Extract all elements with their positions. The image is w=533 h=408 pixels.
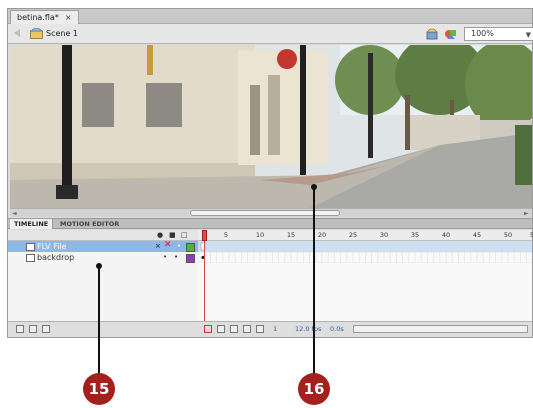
frame-cells — [198, 241, 532, 263]
callout-16-leader — [313, 186, 315, 374]
lock-icon[interactable]: ■ — [169, 231, 176, 239]
ruler-label: 15 — [286, 231, 296, 239]
frame-rate[interactable]: 12.0 fps — [295, 325, 321, 333]
onion-skin-outline-icon[interactable] — [230, 325, 238, 333]
flash-app-window: betina.fla* × Scene 1 100% ▼ ◄ ► TIMELIN… — [7, 8, 533, 338]
ruler-label: 50 — [503, 231, 513, 239]
callout-16-dot — [311, 184, 317, 190]
ruler-label: 5 — [223, 231, 229, 239]
delete-layer-icon[interactable] — [42, 325, 50, 333]
layer-name[interactable]: FLV File — [37, 241, 67, 252]
scroll-thumb[interactable] — [190, 210, 340, 216]
stage-horizontal-scrollbar[interactable]: ◄ ► — [10, 208, 532, 217]
ruler-label: 35 — [410, 231, 420, 239]
timeline-status-bar: 1 12.0 fps 0.0s — [8, 321, 532, 336]
outline-icon[interactable]: □ — [181, 231, 188, 239]
stage-video-frame — [10, 45, 532, 208]
chevron-down-icon: ▼ — [525, 31, 531, 39]
callout-15-leader — [98, 265, 100, 374]
playhead[interactable] — [202, 230, 207, 333]
ruler-label: 20 — [317, 231, 327, 239]
red-x-icon: ✕ — [164, 240, 172, 250]
tab-timeline[interactable]: TIMELINE — [10, 219, 54, 229]
callout-15-dot — [96, 263, 102, 269]
playhead-handle[interactable] — [202, 230, 207, 241]
elapsed-time: 0.0s — [330, 325, 344, 333]
onion-skin-icon[interactable] — [217, 325, 225, 333]
scroll-right-icon[interactable]: ► — [524, 210, 529, 217]
new-folder-icon[interactable] — [29, 325, 37, 333]
stage[interactable] — [10, 45, 532, 208]
ruler-label: 5 — [529, 231, 533, 239]
tab-motion-editor[interactable]: MOTION EDITOR — [56, 219, 123, 229]
layer-name[interactable]: backdrop — [37, 252, 74, 263]
new-layer-icon[interactable] — [16, 325, 24, 333]
ruler-label: 40 — [441, 231, 451, 239]
ruler-label: 10 — [255, 231, 265, 239]
center-frame-icon[interactable] — [204, 325, 212, 333]
modify-onion-markers-icon[interactable] — [256, 325, 264, 333]
frame-grid[interactable] — [198, 241, 532, 321]
timeline-horizontal-scrollbar[interactable] — [353, 325, 528, 333]
edit-multiple-frames-icon[interactable] — [243, 325, 251, 333]
scene-label[interactable]: Scene 1 — [46, 29, 78, 38]
scene-icon — [30, 28, 43, 39]
layer-row-flv-file[interactable]: FLV File ⨯ ✕ • — [8, 240, 198, 252]
current-frame: 1 — [273, 325, 278, 333]
layer-color-swatch[interactable] — [186, 243, 195, 252]
layer-color-swatch[interactable] — [186, 254, 195, 263]
eye-icon[interactable]: ● — [157, 231, 163, 239]
close-icon[interactable]: × — [65, 13, 72, 22]
scroll-left-icon[interactable]: ◄ — [12, 210, 17, 217]
callout-15: 15 — [83, 373, 115, 405]
pencil-disabled-icon: ⨯ — [155, 242, 161, 250]
visibility-dot-icon[interactable]: • — [177, 241, 181, 252]
back-arrow-icon[interactable] — [14, 29, 20, 37]
zoom-select[interactable]: 100% ▼ — [464, 27, 533, 41]
callout-16: 16 — [298, 373, 330, 405]
ruler-label: 30 — [379, 231, 389, 239]
playhead-line — [204, 241, 205, 333]
visibility-dot-icon[interactable]: • — [163, 252, 167, 263]
layer-icon — [26, 243, 35, 251]
layer-list: FLV File ⨯ ✕ • backdrop • • — [8, 240, 198, 321]
document-tab-title: betina.fla* — [17, 13, 59, 22]
zoom-value: 100% — [471, 29, 494, 38]
document-tab-bar: betina.fla* × — [8, 9, 532, 24]
panel-tab-bar: TIMELINE MOTION EDITOR — [8, 218, 532, 229]
ruler-label: 45 — [472, 231, 482, 239]
lock-dot-icon[interactable]: • — [174, 252, 178, 263]
ruler-label: 25 — [348, 231, 358, 239]
edit-scene-icon[interactable] — [444, 27, 458, 40]
layer-icon — [26, 254, 35, 262]
frame-ruler[interactable]: 5 10 15 20 25 30 35 40 45 50 5 — [198, 230, 533, 241]
edit-symbol-icon[interactable] — [426, 28, 438, 40]
edit-bar: Scene 1 100% ▼ — [8, 24, 533, 44]
document-tab[interactable]: betina.fla* × — [10, 10, 79, 24]
layer-row-backdrop[interactable]: backdrop • • — [8, 252, 198, 263]
